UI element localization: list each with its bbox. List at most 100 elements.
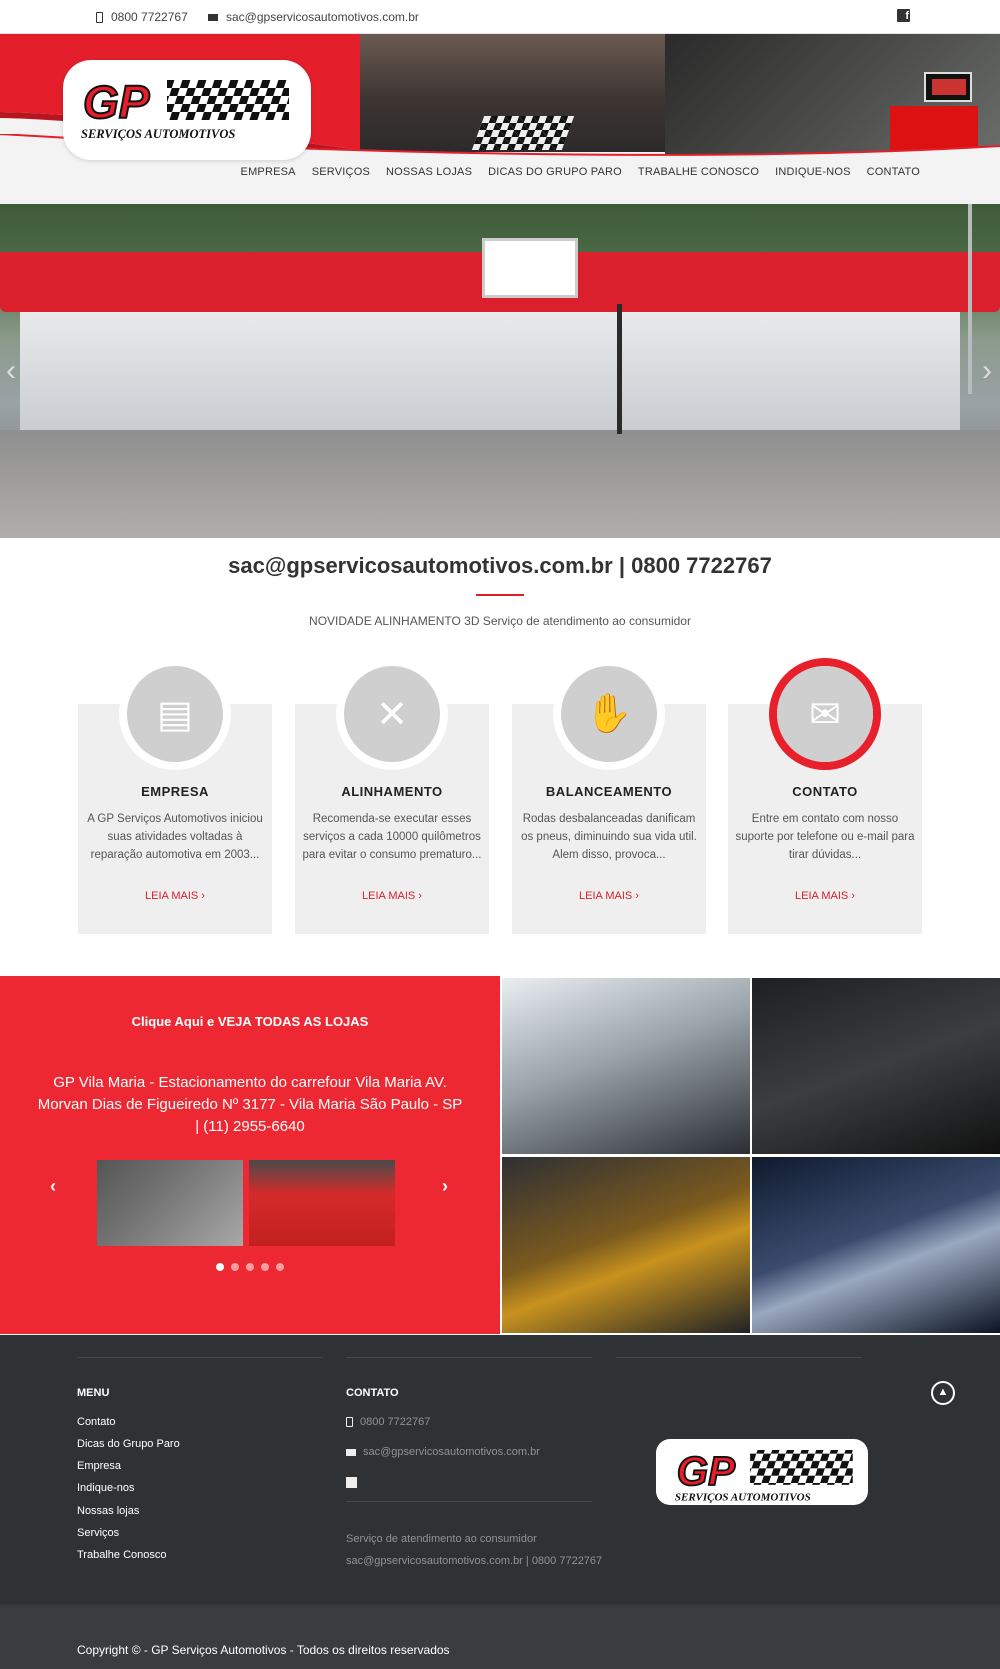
footer-link-dicas[interactable]: Dicas do Grupo Paro [77,1438,180,1450]
photo-oil-change [502,1157,750,1333]
footer-link-indique[interactable]: Indique-nos [77,1482,135,1494]
card-text: Recomenda-se executar esses serviços a c… [302,813,482,861]
footer-rule [77,1357,323,1358]
site-header: GP SERVIÇOS AUTOMOTIVOS EMPRESA SERVIÇOS… [0,34,1000,204]
carousel-dot[interactable] [246,1263,254,1271]
card-alinhamento: ✕ ALINHAMENTO Recomenda-se executar esse… [295,658,489,934]
card-balanceamento-read-more[interactable]: LEIA MAIS › [512,890,706,902]
scroll-top-icon[interactable]: ▲ [931,1381,955,1405]
card-empresa: ▤ EMPRESA A GP Serviços Automotivos inic… [78,658,272,934]
carousel-dot[interactable] [261,1263,269,1271]
see-all-stores-link[interactable]: Clique Aqui e VEJA TODAS AS LOJAS [0,1014,500,1029]
main-nav: EMPRESA SERVIÇOS NOSSAS LOJAS DICAS DO G… [241,166,920,178]
svg-text:GP: GP [83,76,150,128]
hero-lamp-post [968,204,972,394]
footer-logo: GP SERVIÇOS AUTOMOTIVOS [656,1439,868,1505]
carousel-dot[interactable] [231,1263,239,1271]
footer-phone[interactable]: 0800 7722767 [346,1416,430,1428]
facebook-icon[interactable]: f [897,9,910,22]
footer-link-trabalhe[interactable]: Trabalhe Conosco [77,1549,166,1561]
topbar-phone[interactable]: 0800 7722767 [96,10,188,24]
stores-section: Clique Aqui e VEJA TODAS AS LOJAS GP Vil… [0,976,500,1334]
card-alinhamento-read-more[interactable]: LEIA MAIS › [295,890,489,902]
photo-engine [752,1157,1000,1333]
intro-title: sac@gpservicosautomotivos.com.br | 0800 … [228,553,772,578]
carousel-dot[interactable] [216,1263,224,1271]
topbar-phone-text: 0800 7722767 [111,10,188,24]
footer-note-contact: sac@gpservicosautomotivos.com.br | 0800 … [346,1555,603,1567]
mail-icon [346,1448,356,1456]
chevron-left-icon[interactable]: ‹ [6,354,16,388]
svg-text:SERVIÇOS AUTOMOTIVOS: SERVIÇOS AUTOMOTIVOS [81,127,235,141]
footer-menu-title: MENU [77,1387,110,1399]
card-balanceamento-circle[interactable]: ✋ [553,658,665,770]
hero-service-bay [20,312,960,432]
hero-ground [0,430,1000,538]
footer-phone-text: 0800 7722767 [360,1416,431,1428]
store-thumbnail[interactable] [97,1160,243,1246]
footer-link-servicos[interactable]: Serviços [77,1527,119,1539]
card-contato-read-more[interactable]: LEIA MAIS › [728,890,922,902]
nav-contato[interactable]: CONTATO [867,166,920,178]
svg-text:SERVIÇOS AUTOMOTIVOS: SERVIÇOS AUTOMOTIVOS [675,1491,811,1503]
nav-nossas-lojas[interactable]: NOSSAS LOJAS [386,166,472,178]
alignment-monitor [924,72,972,102]
hero-slider: ‹ › [0,204,1000,538]
card-title: CONTATO [792,784,858,799]
card-empresa-circle[interactable]: ▤ [119,658,231,770]
photo-wheel-alignment [502,978,750,1154]
top-bar: 0800 7722767 sac@gpservicosautomotivos.c… [0,0,1000,34]
topbar-email-text: sac@gpservicosautomotivos.com.br [226,10,419,24]
nav-indique-nos[interactable]: INDIQUE-NOS [775,166,851,178]
nav-empresa[interactable]: EMPRESA [241,166,296,178]
gp-logo-mark: GP SERVIÇOS AUTOMOTIVOS [81,75,289,141]
card-balanceamento: ✋ BALANCEAMENTO Rodas desbalanceadas dan… [512,658,706,934]
nav-dicas[interactable]: DICAS DO GRUPO PARO [488,166,622,178]
footer-divider [346,1501,592,1502]
footer-link-empresa[interactable]: Empresa [77,1460,121,1472]
nav-servicos[interactable]: SERVIÇOS [312,166,370,178]
carousel-dots [216,1263,284,1271]
gp-logo-mark: GP SERVIÇOS AUTOMOTIVOS [675,1447,853,1503]
card-text: Rodas desbalanceadas danificam os pneus,… [521,813,697,861]
intro-subtitle: NOVIDADE ALINHAMENTO 3D Serviço de atend… [309,614,691,628]
card-text: A GP Serviços Automotivos iniciou suas a… [87,813,263,861]
facebook-icon[interactable] [346,1477,357,1488]
card-title: BALANCEAMENTO [545,784,673,799]
copyright-text: Copyright © - GP Serviços Automotivos - … [77,1643,450,1657]
footer-email[interactable]: sac@gpservicosautomotivos.com.br [346,1446,540,1458]
card-title: EMPRESA [141,784,209,799]
footer-rule [346,1357,592,1358]
envelope-icon: ✉ [777,666,873,762]
footer-rule [616,1357,862,1358]
copyright-bar: Copyright © - GP Serviços Automotivos - … [0,1605,1000,1669]
card-contato: ✉ CONTATO Entre em contato com nosso sup… [728,658,922,934]
chevron-right-icon[interactable]: › [442,1176,448,1197]
topbar-email[interactable]: sac@gpservicosautomotivos.com.br [208,10,419,24]
footer-link-contato[interactable]: Contato [77,1416,116,1428]
carousel-dot[interactable] [276,1263,284,1271]
wrench-hand-icon: ✋ [561,666,657,762]
store-address: GP Vila Maria - Estacionamento do carref… [37,1074,463,1135]
svg-text:GP: GP [677,1448,735,1494]
store-thumbnail[interactable] [249,1160,395,1246]
footer: MENU CONTATO Contato Dicas do Grupo Paro… [0,1335,1000,1605]
card-title: ALINHAMENTO [341,784,443,799]
chevron-right-icon[interactable]: › [982,354,992,388]
photo-suspension [752,978,1000,1154]
chevron-left-icon[interactable]: ‹ [50,1176,56,1197]
nav-trabalhe-conosco[interactable]: TRABALHE CONOSCO [638,166,759,178]
footer-link-lojas[interactable]: Nossas lojas [77,1505,139,1517]
mail-icon [208,13,218,21]
card-alinhamento-circle[interactable]: ✕ [336,658,448,770]
footer-note: Serviço de atendimento ao consumidor [346,1533,537,1545]
card-contato-circle[interactable]: ✉ [769,658,881,770]
intro-divider [476,594,524,596]
card-text: Entre em contato com nosso suporte por t… [735,813,915,861]
hero-store-sign [482,238,578,298]
tools-icon: ✕ [344,666,440,762]
card-empresa-read-more[interactable]: LEIA MAIS › [78,890,272,902]
footer-email-text: sac@gpservicosautomotivos.com.br [363,1446,540,1458]
phone-icon [96,11,103,23]
logo[interactable]: GP SERVIÇOS AUTOMOTIVOS [63,60,311,160]
